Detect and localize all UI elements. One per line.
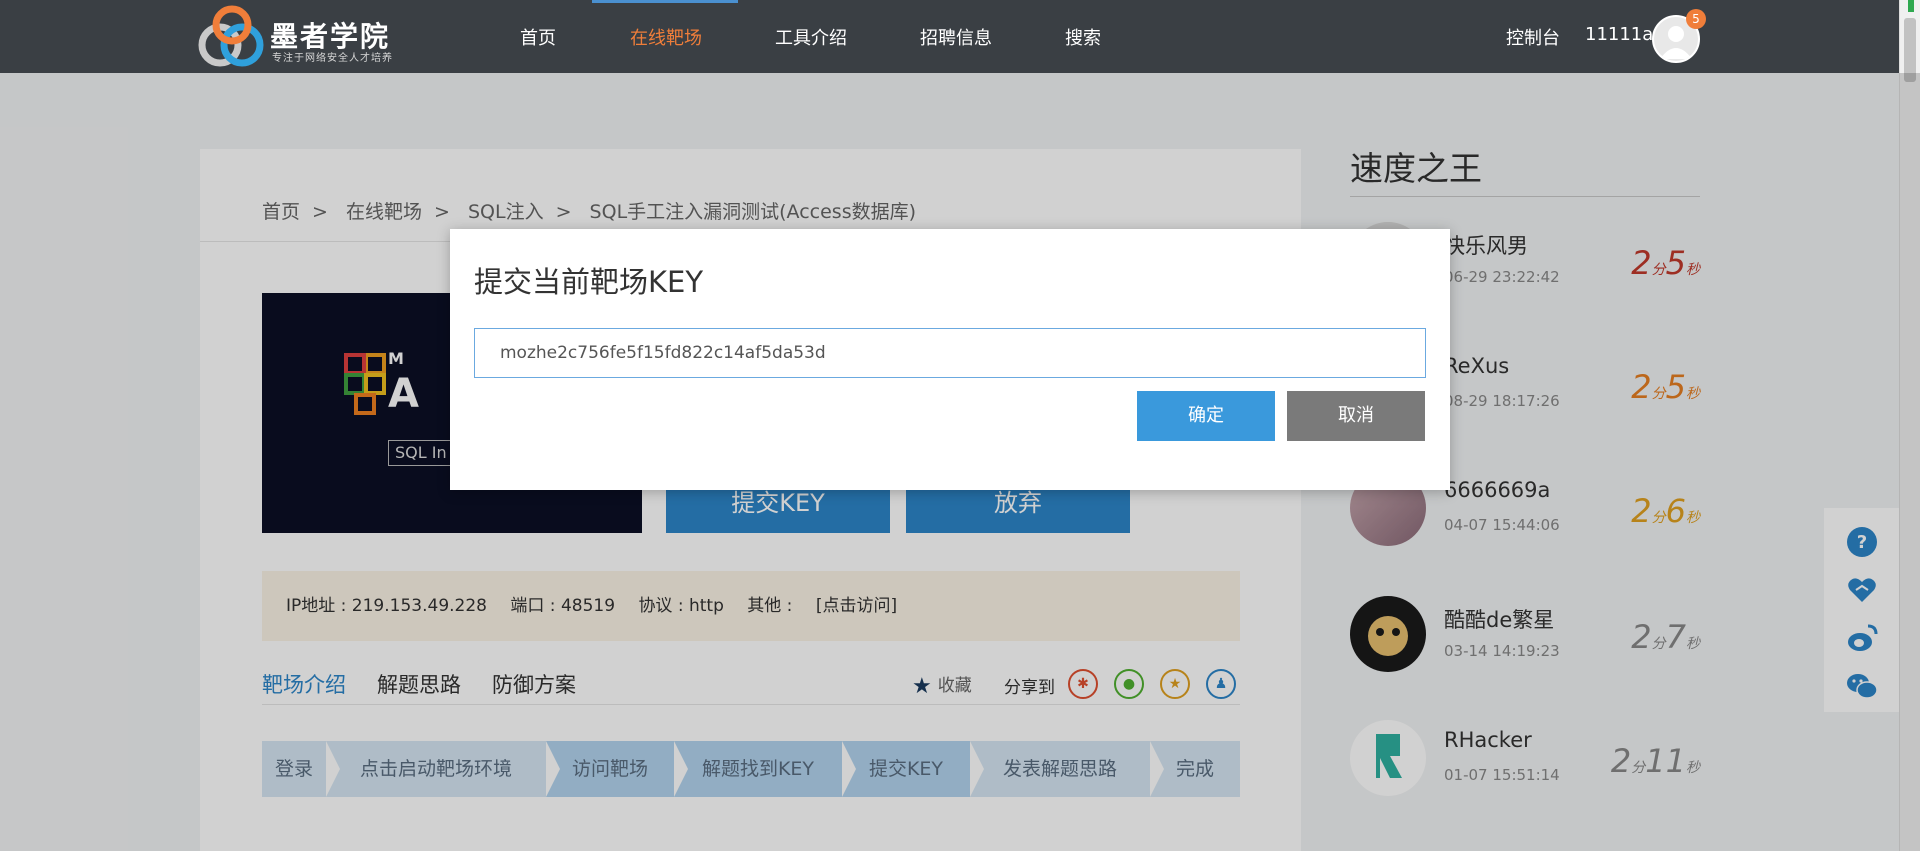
nav-online-range[interactable]: 在线靶场 — [630, 24, 702, 50]
scroll-indicator — [1908, 0, 1914, 12]
notification-badge[interactable]: 5 — [1686, 9, 1706, 29]
submit-key-dialog: 提交当前靶场KEY 确定 取消 — [450, 229, 1450, 490]
nav-tools[interactable]: 工具介绍 — [775, 24, 847, 50]
cancel-button[interactable]: 取消 — [1287, 391, 1425, 441]
logo-subtitle: 专注于网络安全人才培养 — [272, 53, 393, 64]
console-link[interactable]: 控制台 — [1506, 24, 1560, 50]
top-nav: 墨者学院 专注于网络安全人才培养 首页 在线靶场 工具介绍 招聘信息 搜索 控制… — [0, 0, 1920, 73]
nav-search[interactable]: 搜索 — [1065, 24, 1101, 50]
username-link[interactable]: 11111a — [1585, 24, 1653, 45]
site-logo[interactable]: 墨者学院 专注于网络安全人才培养 — [198, 5, 413, 69]
key-input[interactable] — [474, 328, 1426, 378]
nav-home[interactable]: 首页 — [520, 24, 556, 50]
logo-mark-icon — [198, 5, 264, 67]
nav-active-indicator — [592, 0, 738, 3]
confirm-button[interactable]: 确定 — [1137, 391, 1275, 441]
nav-jobs[interactable]: 招聘信息 — [920, 24, 992, 50]
dialog-title: 提交当前靶场KEY — [474, 265, 704, 299]
